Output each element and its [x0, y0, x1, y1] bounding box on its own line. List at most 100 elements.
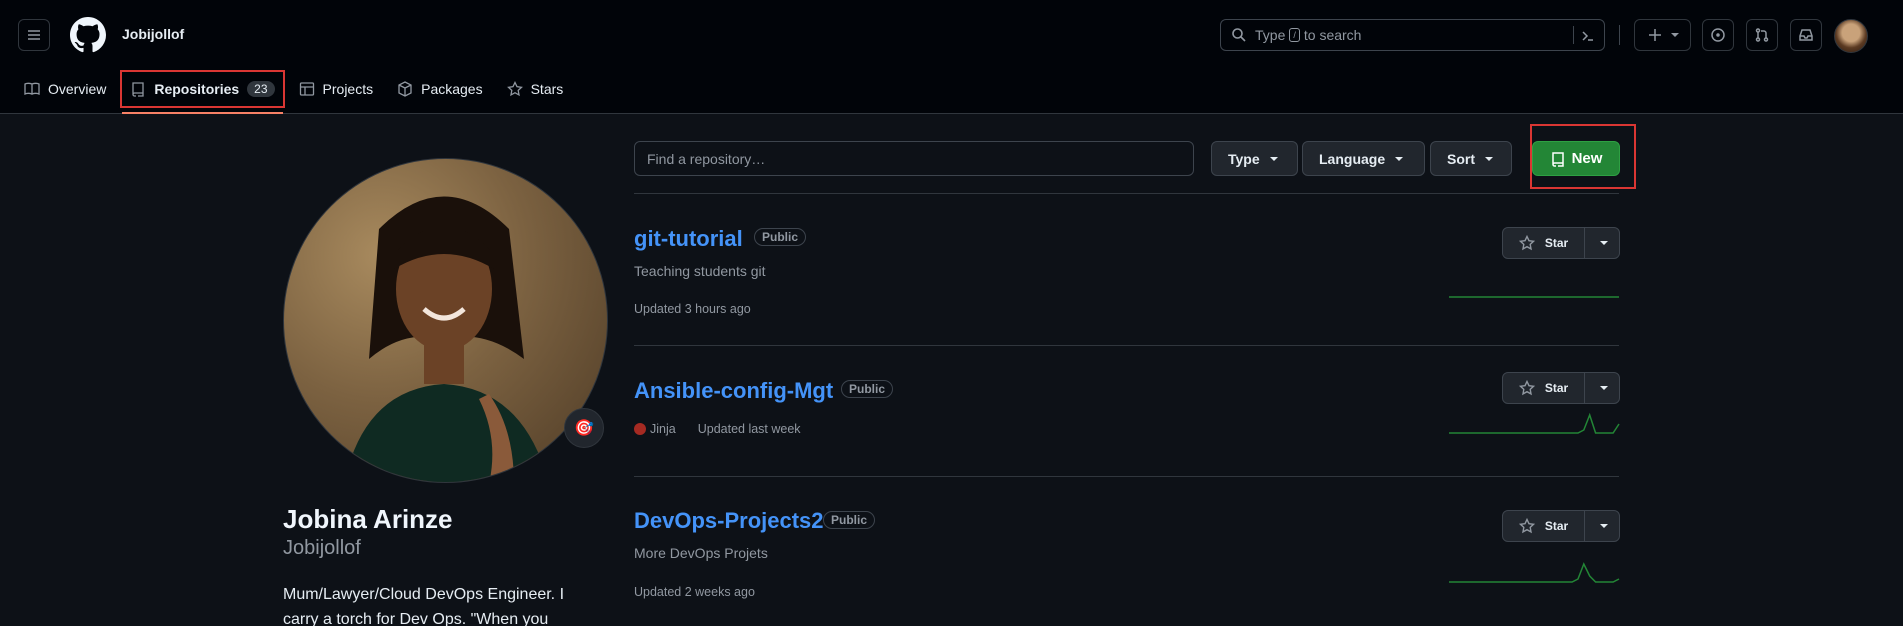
tab-label: Repositories	[154, 81, 240, 97]
star-icon	[1518, 518, 1535, 534]
repo-updated: Updated last week	[697, 422, 801, 436]
repo-name-link[interactable]: Ansible-config-Mgt	[634, 378, 833, 404]
package-icon	[398, 81, 412, 97]
profile-full-name: Jobina Arinze	[283, 504, 453, 534]
repo-name-link[interactable]: DevOps-Projects2	[634, 508, 824, 534]
dropdown-label: Type	[1228, 150, 1260, 167]
repo-meta: Jinja Updated last week	[634, 422, 801, 436]
activity-sparkline	[1449, 296, 1619, 298]
header-divider	[1619, 25, 1620, 45]
visibility-badge: Public	[754, 228, 807, 246]
profile-avatar-large[interactable]	[283, 158, 608, 483]
user-avatar[interactable]	[1834, 19, 1868, 53]
star-icon	[1518, 380, 1535, 396]
sort-dropdown[interactable]: Sort	[1430, 141, 1512, 176]
dropdown-label: Language	[1319, 150, 1386, 167]
table-icon	[299, 82, 314, 96]
star-label: Star	[1544, 519, 1569, 533]
star-icon	[1518, 235, 1535, 251]
hamburger-icon	[28, 30, 40, 40]
inbox-icon	[1799, 29, 1813, 41]
profile-portrait-illustration	[344, 196, 549, 482]
tab-repositories[interactable]: Repositories 23	[120, 70, 285, 114]
target-emoji-icon: 🎯	[574, 420, 594, 437]
repo-icon	[132, 82, 145, 97]
global-header: Jobijollof Type / to search Overview Rep…	[0, 0, 1903, 114]
star-button-group: Star	[1502, 510, 1620, 542]
search-placeholder-suffix: to search	[1303, 27, 1362, 43]
dropdown-label: Sort	[1447, 150, 1475, 167]
language-color-dot	[634, 423, 646, 435]
star-button-group: Star	[1502, 227, 1620, 259]
chevron-down-icon	[1670, 33, 1679, 37]
language-filter-dropdown[interactable]: Language	[1302, 141, 1425, 176]
tab-stars[interactable]: Stars	[499, 72, 572, 106]
list-divider	[634, 476, 1619, 477]
star-label: Star	[1544, 381, 1569, 395]
star-button[interactable]: Star	[1503, 228, 1585, 258]
star-label: Star	[1544, 236, 1569, 250]
tab-label: Projects	[322, 81, 374, 97]
chevron-down-icon	[1600, 524, 1608, 528]
star-icon	[506, 81, 523, 97]
tab-overview[interactable]: Overview	[16, 72, 114, 106]
star-list-dropdown[interactable]	[1585, 228, 1619, 258]
github-logo-icon[interactable]	[70, 17, 106, 53]
repo-meta: Updated 2 weeks ago	[634, 585, 755, 599]
repo-meta: Updated 3 hours ago	[634, 302, 751, 316]
list-divider	[634, 193, 1619, 194]
repo-language: Jinja	[650, 422, 676, 436]
star-button[interactable]: Star	[1503, 373, 1585, 403]
chevron-down-icon	[1600, 241, 1608, 245]
activity-sparkline	[1449, 412, 1620, 434]
repo-updated: Updated 3 hours ago	[634, 302, 751, 316]
pull-requests-button[interactable]	[1746, 19, 1778, 51]
tab-label: Packages	[421, 81, 483, 97]
new-repository-button[interactable]: New	[1532, 141, 1620, 176]
star-button[interactable]: Star	[1503, 511, 1585, 541]
visibility-badge: Public	[823, 511, 876, 529]
search-placeholder-prefix: Type	[1255, 27, 1286, 43]
search-shortcut-key: /	[1289, 28, 1300, 42]
repo-name-link[interactable]: git-tutorial	[634, 226, 743, 252]
list-divider	[634, 345, 1619, 346]
search-icon	[1232, 28, 1246, 42]
chevron-down-icon	[1269, 156, 1278, 161]
repo-description: More DevOps Projets	[634, 545, 768, 561]
bio-line: Mum/Lawyer/Cloud DevOps Engineer. I	[283, 586, 565, 603]
create-new-button[interactable]	[1634, 19, 1691, 51]
find-repository-placeholder: Find a repository…	[647, 150, 766, 167]
book-icon	[24, 82, 40, 96]
chevron-down-icon	[1395, 156, 1404, 161]
activity-sparkline	[1449, 562, 1620, 583]
repositories-count-badge: 23	[247, 81, 275, 97]
global-search-input[interactable]: Type / to search	[1220, 19, 1605, 51]
status-emoji-button[interactable]: 🎯	[564, 408, 604, 448]
star-button-group: Star	[1502, 372, 1620, 404]
inbox-button[interactable]	[1790, 19, 1822, 51]
repo-icon	[1551, 151, 1564, 167]
tab-label: Overview	[48, 81, 107, 97]
command-palette-icon[interactable]	[1580, 28, 1596, 44]
star-list-dropdown[interactable]	[1585, 373, 1619, 403]
tab-packages[interactable]: Packages	[389, 72, 490, 106]
chevron-down-icon	[1600, 386, 1608, 390]
new-button-label: New	[1571, 150, 1603, 167]
star-list-dropdown[interactable]	[1585, 511, 1619, 541]
tab-projects[interactable]: Projects	[291, 72, 382, 106]
repo-updated: Updated 2 weeks ago	[634, 585, 755, 599]
issues-button[interactable]	[1702, 19, 1734, 51]
header-username[interactable]: Jobijollof	[122, 26, 184, 42]
git-pull-request-icon	[1755, 28, 1769, 42]
visibility-badge: Public	[841, 380, 894, 398]
bio-line: carry a torch for Dev Ops. "When you	[283, 611, 549, 626]
type-filter-dropdown[interactable]: Type	[1211, 141, 1298, 176]
menu-button[interactable]	[18, 19, 50, 51]
tab-label: Stars	[530, 81, 564, 97]
profile-login: Jobijollof	[283, 537, 361, 559]
sparkline-path	[1449, 562, 1620, 583]
sparkline-path	[1449, 412, 1620, 434]
find-repository-input[interactable]: Find a repository…	[634, 141, 1194, 176]
plus-icon	[1648, 29, 1661, 41]
profile-bio: Mum/Lawyer/Cloud DevOps Engineer. I carr…	[283, 582, 603, 626]
